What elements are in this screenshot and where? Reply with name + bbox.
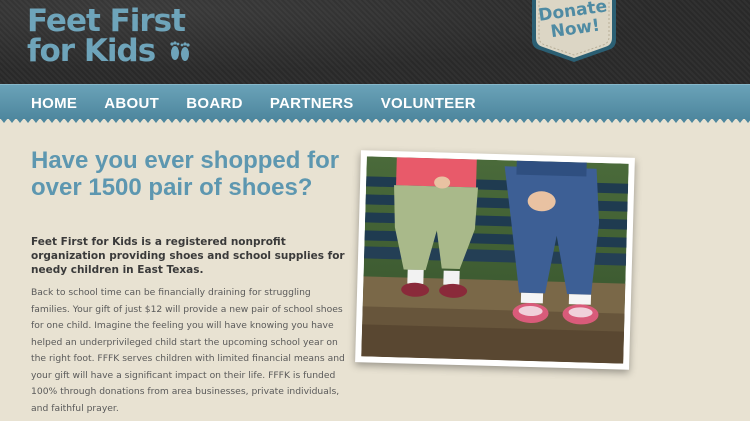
- page-headline: Have you ever shopped for over 1500 pair…: [31, 147, 340, 201]
- logo-line1: Feet First: [27, 3, 186, 39]
- intro-text: Feet First for Kids is a registered nonp…: [31, 236, 345, 276]
- kids-on-bench-photo: [355, 150, 635, 370]
- nav-item-about[interactable]: ABOUT: [104, 95, 159, 112]
- site-logo[interactable]: Feet First for Kids: [27, 6, 191, 68]
- site-header: Feet First for Kids Donate Now!: [0, 0, 750, 84]
- logo-line2: for Kids: [27, 33, 156, 69]
- nav-item-home[interactable]: HOME: [31, 95, 77, 112]
- nav-zigzag-divider: [0, 118, 750, 124]
- nav-item-board[interactable]: BOARD: [186, 95, 243, 112]
- nav-item-volunteer[interactable]: VOLUNTEER: [381, 95, 476, 112]
- body-text: Back to school time can be financially d…: [31, 287, 345, 414]
- main-nav: HOME ABOUT BOARD PARTNERS VOLUNTEER: [0, 84, 750, 119]
- footprints-icon: [169, 38, 191, 68]
- nav-item-partners[interactable]: PARTNERS: [270, 95, 354, 112]
- donate-now-button[interactable]: Donate Now!: [528, 0, 620, 64]
